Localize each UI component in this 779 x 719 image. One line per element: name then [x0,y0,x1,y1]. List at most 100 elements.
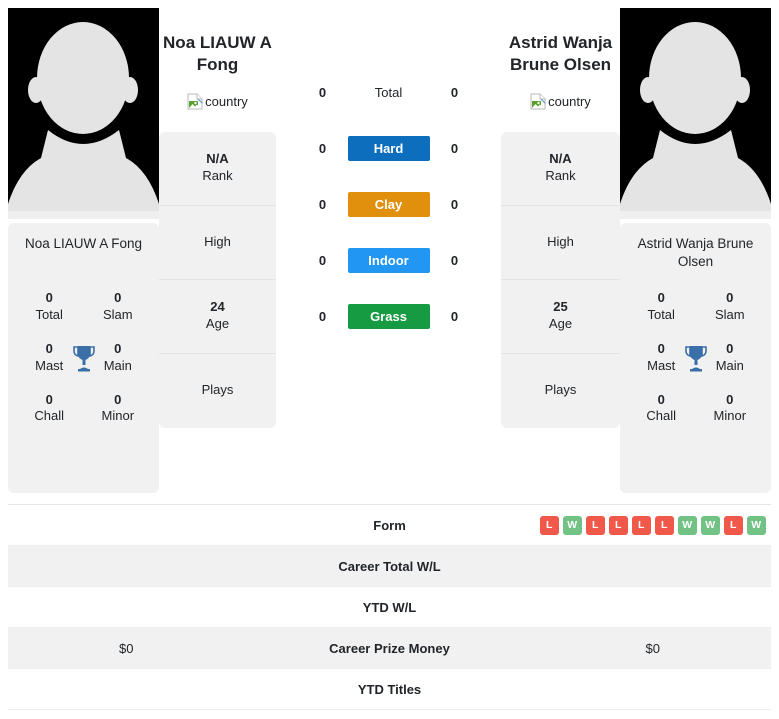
broken-image-icon [187,93,204,110]
right-stat-main: 0 Main [701,341,759,375]
table-row-form: Form LWLLLLWWLW [8,505,771,546]
right-player-country: country [501,93,620,110]
right-stat-chall-label: Chall [646,408,677,424]
h2h-indoor-label: Indoor [347,247,430,273]
left-player-titles-card: Noa LIAUW A Fong 0 Total 0 Slam 0 Mast 0… [8,223,159,493]
right-info-plays: Plays [501,354,620,428]
right-info-age-label: Age [548,316,573,332]
ytd-wl-label: YTD W/L [362,599,417,615]
table-row-career-total-wl: Career Total W/L [8,546,771,587]
left-titles-row-3: 0 Chall 0 Minor [14,392,153,426]
right-info-plays-label: Plays [544,382,577,398]
right-stat-main-value: 0 [726,340,734,356]
trophy-icon [71,344,97,372]
form-badge-loss: L [654,515,674,535]
left-stat-slam: 0 Slam [89,290,147,324]
right-player-info-column: Astrid Wanja Brune Olsen country N/A Ran… [501,8,620,428]
right-player-info-card: N/A Rank High 25 Age Plays [501,131,620,428]
h2h-total-label: Total [374,84,403,100]
right-info-rank-value: N/A [549,151,572,167]
left-player-info-column: Noa LIAUW A Fong country N/A Rank High 2… [159,8,276,428]
h2h-clay-right: 0 [450,196,459,212]
h2h-indoor-left: 0 [318,252,327,268]
form-badge-list: LWLLLLWWLW [539,515,766,535]
left-info-rank-value: N/A [206,151,229,167]
left-country-label: country [205,93,248,109]
h2h-row-hard: 0 Hard 0 [276,120,501,176]
career-total-wl-label: Career Total W/L [338,558,441,574]
right-stat-chall-value: 0 [657,391,665,407]
right-titles-row-1: 0 Total 0 Slam [626,290,765,324]
left-stat-main: 0 Main [89,341,147,375]
right-player-photo [620,8,771,219]
right-info-rank: N/A Rank [501,132,620,206]
avatar-silhouette-icon [620,8,771,219]
right-stat-slam: 0 Slam [701,290,759,324]
right-titles-row-3: 0 Chall 0 Minor [626,392,765,426]
left-stat-total-label: Total [35,306,63,322]
table-row-ytd-titles: YTD Titles [8,669,771,710]
right-player-column: Astrid Wanja Brune Olsen 0 Total 0 Slam … [620,8,771,493]
left-titles-row-1: 0 Total 0 Slam [14,290,153,324]
comparison-stats-table: Form LWLLLLWWLW Career Total W/L YTD W/L… [8,504,771,710]
left-player-info-card: N/A Rank High 24 Age Plays [159,131,276,428]
h2h-row-total: 0 Total 0 [276,64,501,120]
left-stat-main-label: Main [103,357,132,373]
ytd-titles-label: YTD Titles [357,681,422,697]
left-info-plays: Plays [159,354,276,428]
h2h-score-column: 0 Total 0 0 Hard 0 0 Clay 0 0 Indoor 0 0… [276,8,501,344]
h2h-hard-label: Hard [347,135,430,161]
head-to-head-comparison: Noa LIAUW A Fong 0 Total 0 Slam 0 Mast 0… [0,0,779,493]
right-info-high: High [501,206,620,280]
left-info-rank: N/A Rank [159,132,276,206]
left-stat-total-value: 0 [45,290,53,305]
form-badge-loss: L [723,515,743,535]
h2h-grass-right: 0 [450,308,459,324]
left-player-column: Noa LIAUW A Fong 0 Total 0 Slam 0 Mast 0… [8,8,159,493]
h2h-row-indoor: 0 Indoor 0 [276,232,501,288]
left-stat-minor-value: 0 [114,391,122,407]
h2h-grass-label: Grass [347,303,430,329]
right-player-card-name: Astrid Wanja Brune Olsen [637,236,754,270]
broken-image-icon [530,93,547,110]
left-stat-chall: 0 Chall [20,392,78,426]
career-prize-money-label: Career Prize Money [329,640,450,656]
right-info-rank-label: Rank [545,168,576,184]
form-badge-loss: L [631,515,651,535]
left-info-plays-label: Plays [201,382,234,398]
right-stat-minor: 0 Minor [701,392,759,426]
right-stat-total-label: Total [647,306,675,322]
form-badge-loss: L [608,515,628,535]
form-badge-win: W [677,515,697,535]
left-stat-main-value: 0 [114,340,122,356]
right-stat-chall: 0 Chall [632,392,690,426]
left-stat-slam-value: 0 [114,290,122,305]
left-stat-slam-label: Slam [102,306,133,322]
left-player-country: country [159,93,276,110]
right-info-high-label: High [547,233,574,249]
left-stat-minor: 0 Minor [89,392,147,426]
left-player-photo [8,8,159,219]
career-prize-money-right: $0 [645,640,660,656]
right-player-titles-card: Astrid Wanja Brune Olsen 0 Total 0 Slam … [620,223,771,493]
table-row-ytd-wl: YTD W/L [8,587,771,628]
left-player-card-name: Noa LIAUW A Fong [24,236,143,251]
left-info-rank-label: Rank [202,168,233,184]
right-stat-minor-label: Minor [713,408,747,424]
h2h-clay-label: Clay [347,191,430,217]
h2h-hard-left: 0 [318,140,327,156]
left-stat-chall-label: Chall [34,408,65,424]
right-country-label: country [548,93,591,109]
form-badge-loss: L [539,515,559,535]
right-stat-main-label: Main [715,357,744,373]
h2h-row-clay: 0 Clay 0 [276,176,501,232]
form-badge-win: W [746,515,766,535]
h2h-row-grass: 0 Grass 0 [276,288,501,344]
left-stat-minor-label: Minor [101,408,135,424]
left-info-high-label: High [204,233,231,249]
left-info-age-value: 24 [210,299,225,315]
h2h-clay-left: 0 [318,196,327,212]
left-stat-total: 0 Total [20,290,78,324]
form-label: Form [373,517,406,533]
trophy-icon [683,344,709,372]
